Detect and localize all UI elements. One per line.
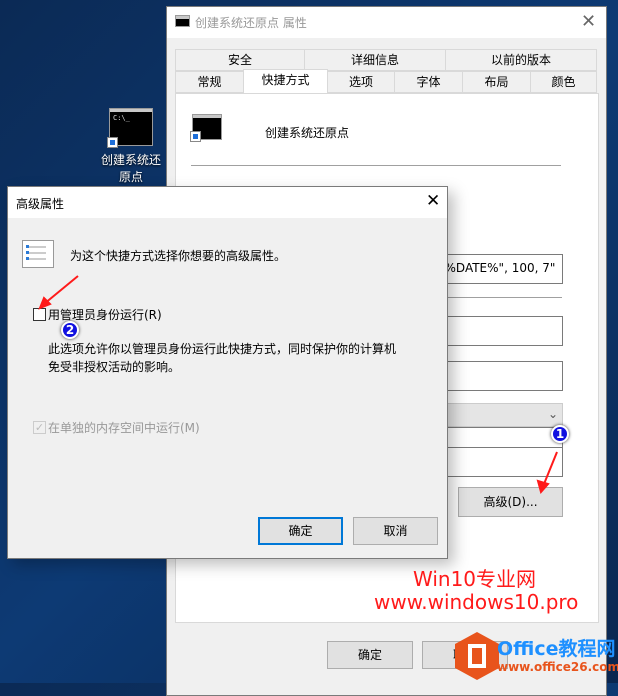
arrow-to-checkbox bbox=[38, 275, 79, 310]
annotation-badge-2: 2 bbox=[61, 321, 79, 339]
office-logo-url: www.office26.com bbox=[497, 660, 618, 674]
office-logo: Office教程网 www.office26.com bbox=[455, 632, 618, 682]
office-logo-title: Office教程网 bbox=[497, 638, 616, 660]
annotation-badge-1: 1 bbox=[551, 425, 569, 443]
watermark-line2: www.windows10.pro bbox=[374, 590, 579, 614]
watermark-line1: Win10专业网 bbox=[413, 567, 537, 591]
office-logo-icon bbox=[455, 632, 499, 680]
arrow-to-advanced bbox=[536, 451, 558, 495]
